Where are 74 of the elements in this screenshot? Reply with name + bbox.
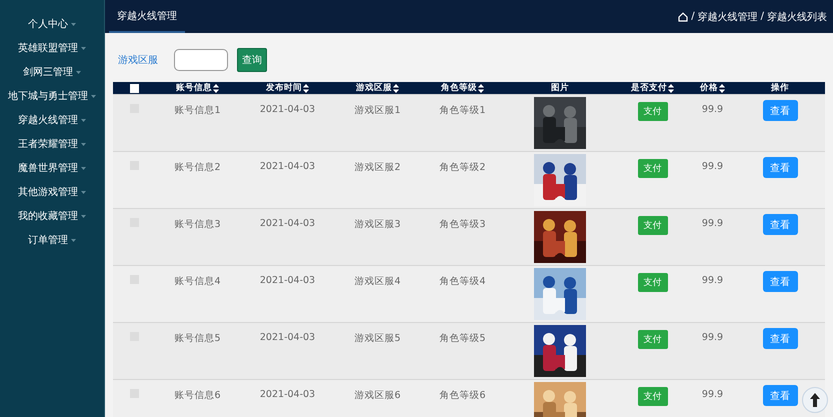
table-cell: 账号信息4 (174, 275, 221, 288)
table-cell: 99.9 (702, 218, 724, 229)
sidebar-item[interactable]: 剑网三管理 (21, 60, 83, 84)
column-header[interactable]: 角色等级 (441, 82, 484, 94)
caret-icon (81, 190, 86, 194)
caret-icon (81, 118, 86, 122)
column-header: 操作 (771, 82, 789, 94)
column-header[interactable]: 价格 (700, 82, 725, 94)
table-cell: 角色等级1 (439, 104, 486, 117)
sidebar-item[interactable]: 订单管理 (26, 228, 78, 252)
column-header[interactable]: 账号信息 (176, 82, 219, 94)
sort-icon[interactable] (303, 84, 309, 92)
table-cell: 2021-04-03 (260, 275, 316, 286)
tab[interactable]: 穿越火线管理 (109, 0, 185, 33)
sort-icon[interactable] (668, 84, 674, 92)
table-cell: 99.9 (702, 389, 724, 400)
table-cell: 角色等级3 (439, 218, 486, 231)
table-cell: 99.9 (702, 275, 724, 286)
table-cell: 2021-04-03 (260, 332, 316, 343)
caret-icon (91, 94, 96, 98)
sidebar-item[interactable]: 其他游戏管理 (16, 180, 88, 204)
caret-icon (81, 214, 86, 218)
table-cell: 2021-04-03 (260, 161, 316, 172)
table-cell: 角色等级6 (439, 389, 486, 402)
sidebar-item[interactable]: 地下城与勇士管理 (6, 84, 98, 108)
caret-icon (81, 46, 86, 50)
table-cell: 99.9 (702, 104, 724, 115)
sidebar-item[interactable]: 我的收藏管理 (16, 204, 88, 228)
breadcrumb-link[interactable]: 穿越火线列表 (767, 10, 827, 24)
sort-icon[interactable] (213, 84, 219, 92)
table-cell: 游戏区服1 (354, 104, 401, 117)
table-cell: 游戏区服3 (354, 218, 401, 231)
table-cell: 2021-04-03 (260, 104, 316, 115)
table-cell: 账号信息6 (174, 389, 221, 402)
sidebar-item[interactable]: 个人中心 (26, 12, 78, 36)
table-cell: 99.9 (702, 332, 724, 343)
breadcrumb-separator: / (760, 11, 764, 22)
table-cell: 角色等级4 (439, 275, 486, 288)
breadcrumb-separator: / (691, 11, 695, 22)
search-button[interactable]: 查询 (237, 48, 267, 72)
caret-icon (76, 70, 81, 74)
sidebar-item[interactable]: 英雄联盟管理 (16, 36, 88, 60)
field-label: 游戏区服 (118, 54, 158, 67)
column-header[interactable]: 发布时间 (266, 82, 309, 94)
column-header: 图片 (551, 82, 569, 94)
caret-icon (81, 166, 86, 170)
column-header[interactable]: 游戏区服 (356, 82, 399, 94)
table-cell: 角色等级5 (439, 332, 486, 345)
caret-icon (81, 142, 86, 146)
sort-icon[interactable] (478, 84, 484, 92)
sidebar-item[interactable]: 王者荣耀管理 (16, 132, 88, 156)
table-cell: 账号信息3 (174, 218, 221, 231)
table-cell: 99.9 (702, 161, 724, 172)
sort-icon[interactable] (393, 84, 399, 92)
table-cell: 2021-04-03 (260, 389, 316, 400)
column-header[interactable]: 是否支付 (631, 82, 674, 94)
home-icon[interactable] (678, 12, 688, 22)
table-cell: 游戏区服2 (354, 161, 401, 174)
table-cell: 游戏区服4 (354, 275, 401, 288)
search-field[interactable] (174, 49, 228, 71)
table-cell: 角色等级2 (439, 161, 486, 174)
table-cell: 游戏区服6 (354, 389, 401, 402)
table-cell: 2021-04-03 (260, 218, 316, 229)
table-cell: 账号信息5 (174, 332, 221, 345)
sidebar-item[interactable]: 穿越火线管理 (16, 108, 88, 132)
table-cell: 游戏区服5 (354, 332, 401, 345)
breadcrumb-link[interactable]: 穿越火线管理 (698, 10, 758, 24)
caret-icon (71, 22, 76, 26)
checkbox[interactable] (130, 84, 138, 92)
table-cell: 账号信息1 (174, 104, 221, 117)
sort-icon[interactable] (719, 84, 725, 92)
table-cell: 账号信息2 (174, 161, 221, 174)
sidebar-item[interactable]: 魔兽世界管理 (16, 156, 88, 180)
caret-icon (71, 238, 76, 242)
